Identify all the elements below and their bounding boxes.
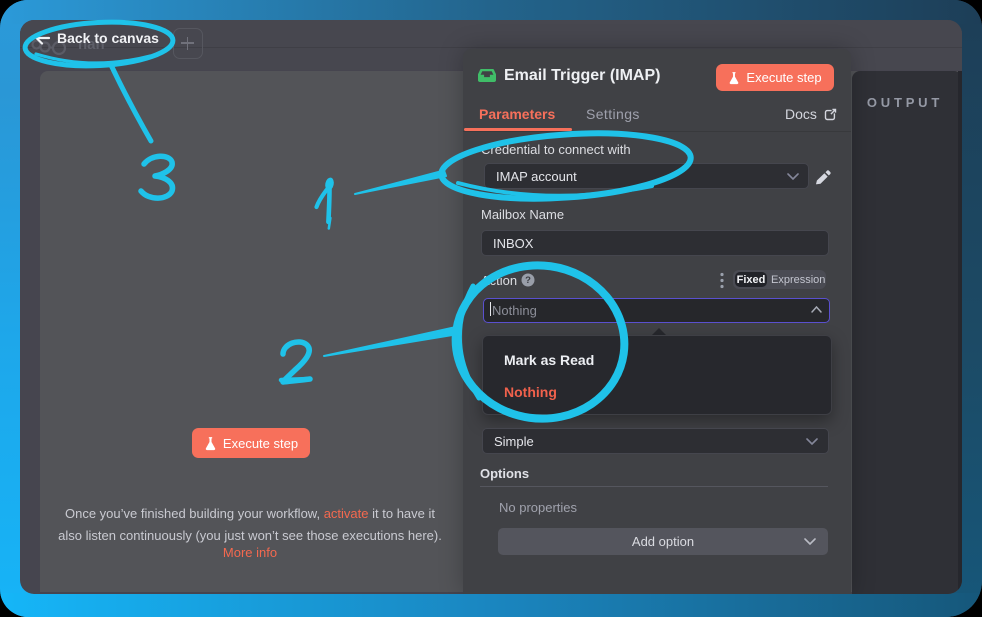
svg-text:?: ? (525, 275, 531, 286)
